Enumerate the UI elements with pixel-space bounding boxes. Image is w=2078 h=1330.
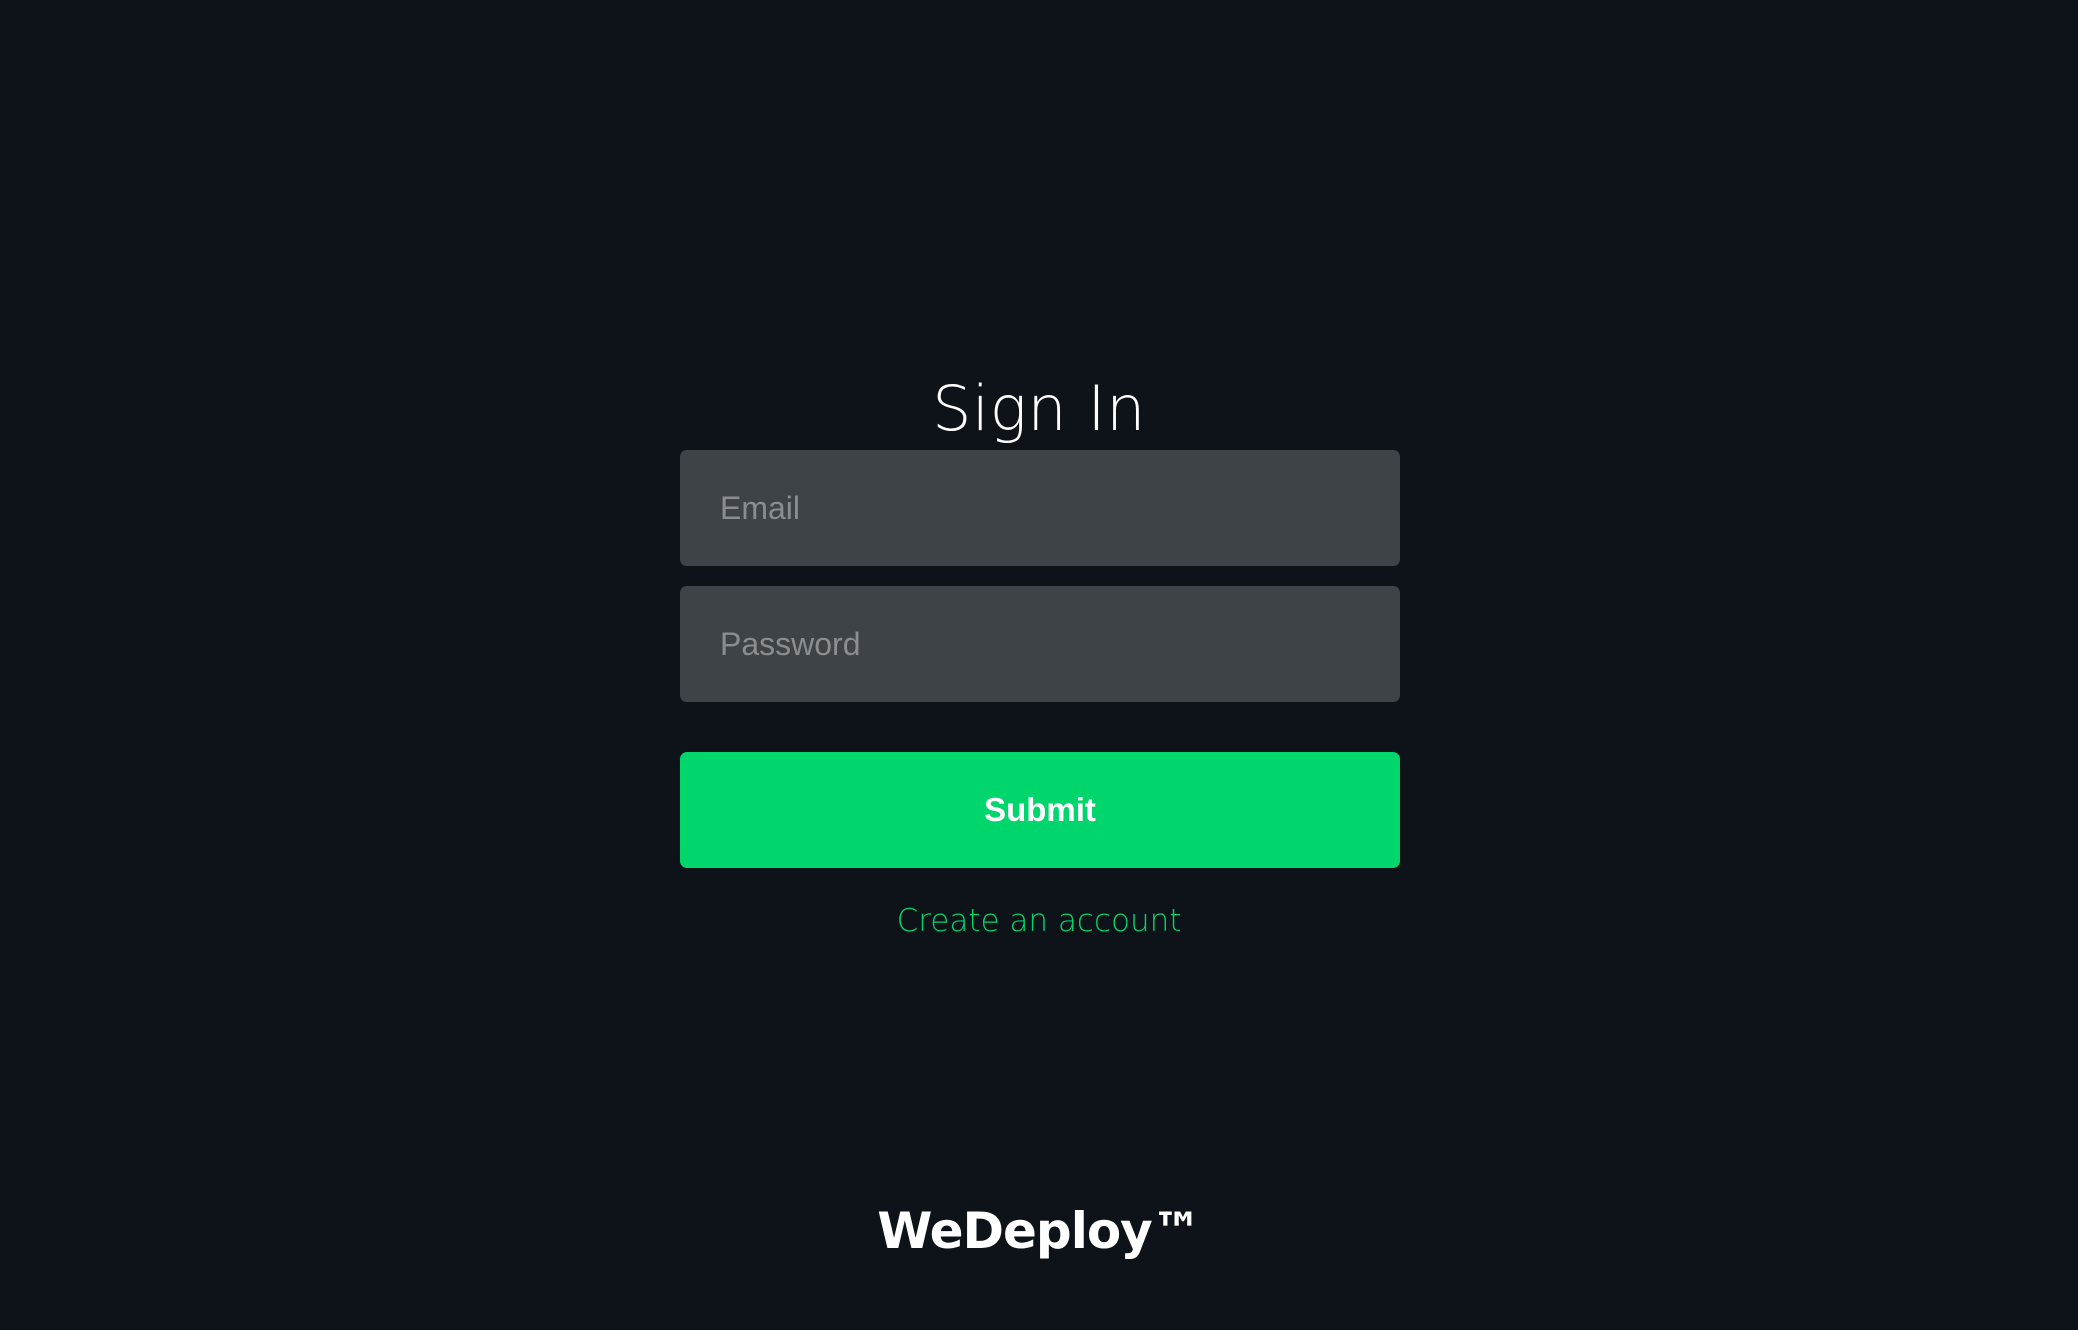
email-input[interactable] (680, 450, 1400, 566)
create-account-link[interactable]: Create an account (897, 903, 1182, 939)
password-input[interactable] (680, 586, 1400, 702)
submit-button[interactable]: Submit (680, 752, 1400, 868)
wedeploy-logo: WeDeploy™ (877, 1202, 1202, 1260)
page-title: Sign In (932, 371, 1146, 445)
create-account-container: Create an account (0, 896, 2078, 946)
